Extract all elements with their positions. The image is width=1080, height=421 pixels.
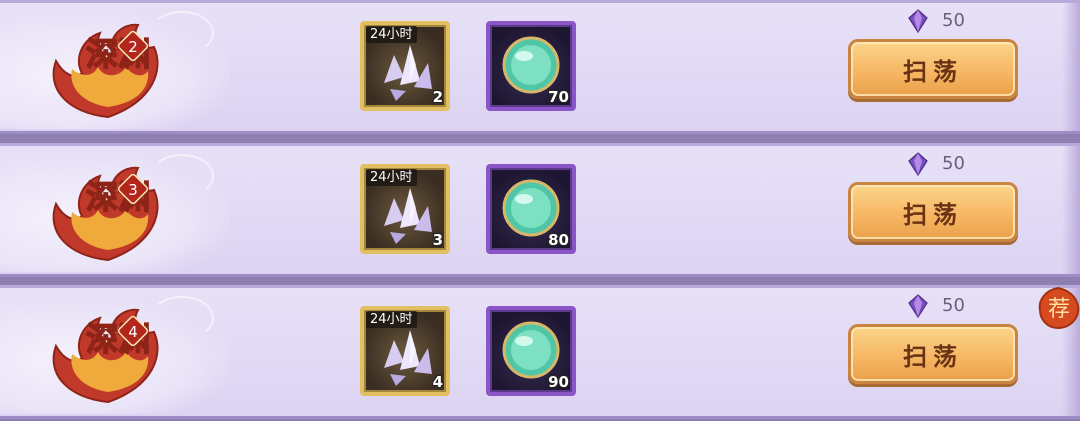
reward-quantity: 70 xyxy=(548,88,569,106)
sweep-cost-value: 50 xyxy=(942,10,965,31)
reward-item-slot[interactable]: 70 xyxy=(486,21,576,111)
ticket-item-slot[interactable]: 24小时 2 xyxy=(360,21,450,111)
stage-row: 深渊 3 24小时 3 80 50 扫荡 xyxy=(0,143,1080,277)
reward-quantity: 80 xyxy=(548,231,569,249)
ticket-duration-tag: 24小时 xyxy=(366,26,417,43)
stage-level: 4 xyxy=(128,323,138,341)
ticket-quantity: 4 xyxy=(432,373,443,391)
purple-gem-icon xyxy=(908,152,928,177)
ticket-quantity: 3 xyxy=(432,231,443,249)
sweep-cost-value: 50 xyxy=(942,153,965,174)
purple-gem-icon xyxy=(908,294,928,319)
stage-row: 深渊 2 24小时 2 70 50 扫荡 xyxy=(0,0,1080,134)
reward-item-slot[interactable]: 90 xyxy=(486,306,576,396)
ticket-duration-tag: 24小时 xyxy=(366,311,417,328)
stage-row: 深渊 4 24小时 4 90 50 扫荡 xyxy=(0,285,1080,419)
ticket-quantity: 2 xyxy=(432,88,443,106)
stage-emblem: 深渊 4 xyxy=(52,308,159,404)
ticket-item-slot[interactable]: 24小时 3 xyxy=(360,164,450,254)
sweep-button[interactable]: 扫荡 xyxy=(848,182,1018,242)
stage-emblem: 深渊 3 xyxy=(52,166,159,262)
sweep-button[interactable]: 扫荡 xyxy=(848,324,1018,384)
sweep-button[interactable]: 扫荡 xyxy=(848,39,1018,99)
ticket-duration-tag: 24小时 xyxy=(366,169,417,186)
recommend-badge: 荐 xyxy=(1038,286,1080,330)
stage-level: 3 xyxy=(128,181,138,199)
recommend-badge-label: 荐 xyxy=(1048,297,1070,322)
stage-level: 2 xyxy=(128,38,138,56)
stage-emblem: 深渊 2 xyxy=(52,23,159,119)
reward-quantity: 90 xyxy=(548,373,569,391)
reward-item-slot[interactable]: 80 xyxy=(486,164,576,254)
purple-gem-icon xyxy=(908,9,928,34)
sweep-cost-value: 50 xyxy=(942,295,965,316)
ticket-item-slot[interactable]: 24小时 4 xyxy=(360,306,450,396)
